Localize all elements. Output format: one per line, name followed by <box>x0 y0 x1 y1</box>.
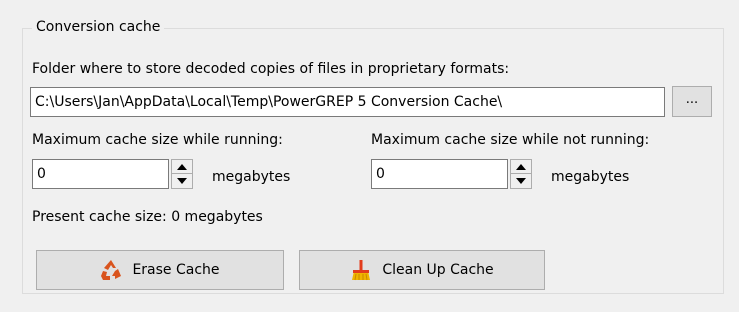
browse-button[interactable]: ... <box>672 86 712 117</box>
group-title: Conversion cache <box>32 18 165 36</box>
recycle-icon <box>100 259 122 281</box>
present-cache-size: Present cache size: 0 megabytes <box>32 209 263 225</box>
erase-cache-button[interactable]: Erase Cache <box>36 250 284 290</box>
max-running-label: Maximum cache size while running: <box>32 132 283 148</box>
max-not-running-spinner[interactable] <box>510 159 532 189</box>
max-running-input[interactable]: 0 <box>32 159 169 189</box>
arrow-up-icon <box>177 164 187 170</box>
spin-up-button[interactable] <box>172 160 192 174</box>
clean-up-cache-label: Clean Up Cache <box>382 262 494 278</box>
folder-label: Folder where to store decoded copies of … <box>32 61 510 77</box>
max-not-running-input[interactable]: 0 <box>371 159 508 189</box>
folder-path-input[interactable]: C:\Users\Jan\AppData\Local\Temp\PowerGRE… <box>30 87 665 117</box>
max-not-running-unit: megabytes <box>551 169 630 185</box>
arrow-up-icon <box>516 164 526 170</box>
erase-cache-label: Erase Cache <box>132 262 220 278</box>
max-not-running-label: Maximum cache size while not running: <box>371 132 650 148</box>
max-running-spinner[interactable] <box>171 159 193 189</box>
broom-icon <box>350 259 372 281</box>
spin-up-button[interactable] <box>511 160 531 174</box>
spin-down-button[interactable] <box>511 174 531 188</box>
spin-down-button[interactable] <box>172 174 192 188</box>
max-running-unit: megabytes <box>212 169 291 185</box>
arrow-down-icon <box>177 178 187 184</box>
clean-up-cache-button[interactable]: Clean Up Cache <box>299 250 545 290</box>
arrow-down-icon <box>516 178 526 184</box>
